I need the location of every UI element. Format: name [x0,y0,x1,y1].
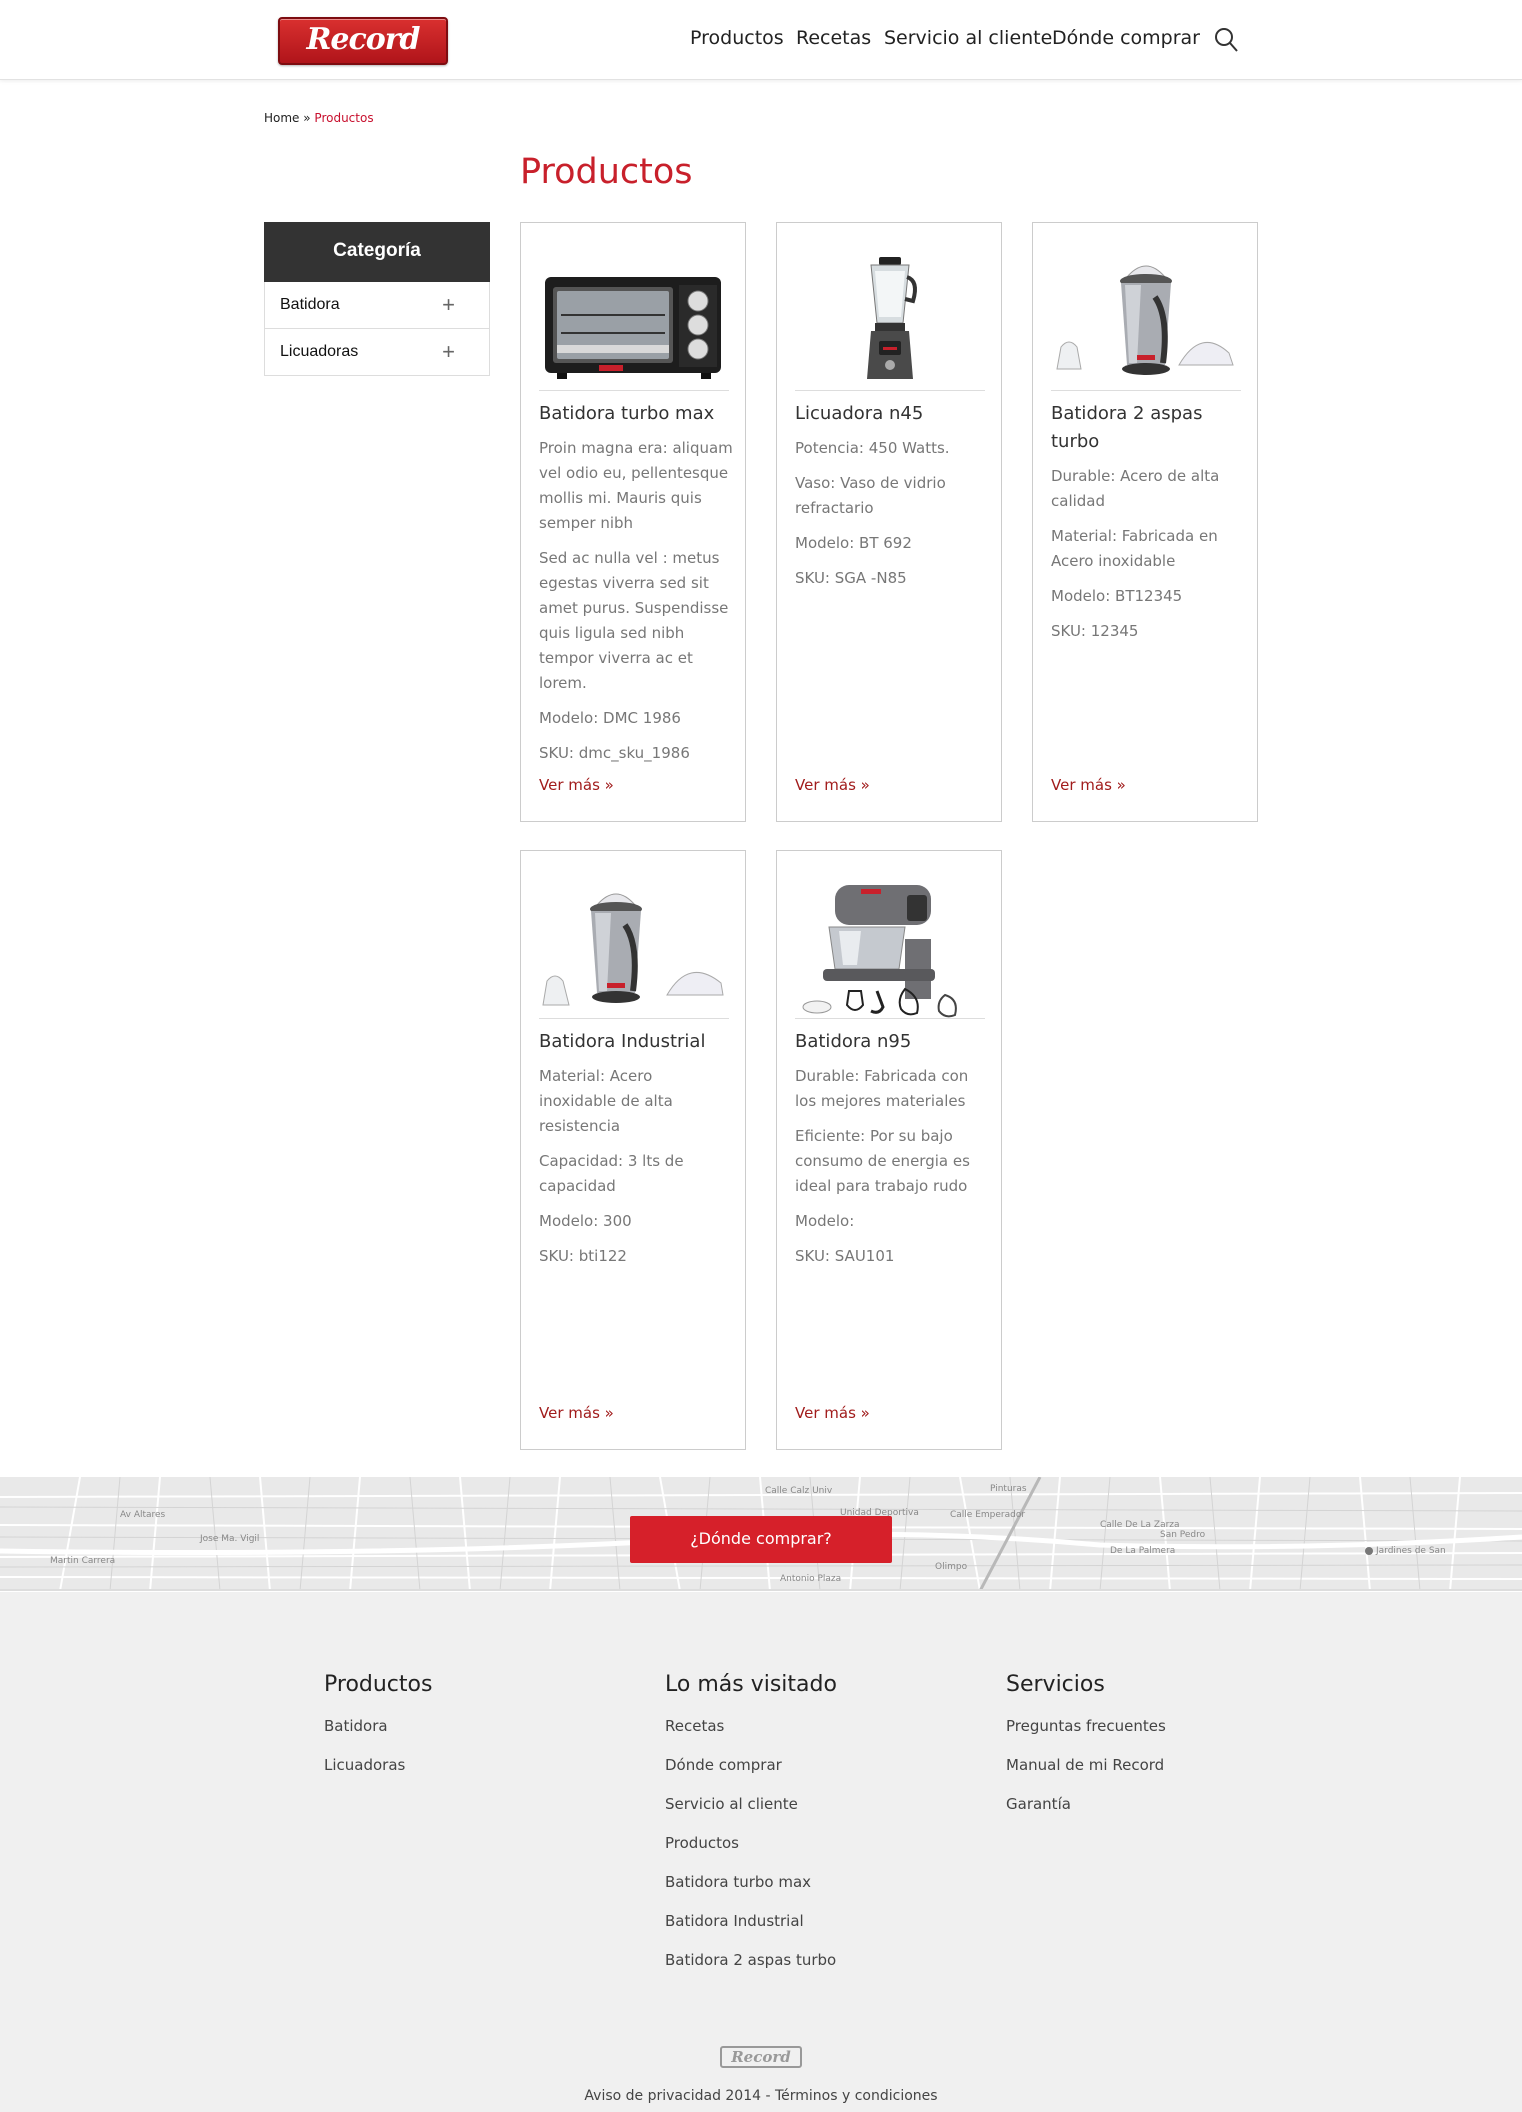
breadcrumb-home[interactable]: Home [264,111,299,125]
product-desc-1: Potencia: 450 Watts. [795,439,950,457]
footer-link[interactable]: Licuadoras [324,1746,432,1785]
category-sidebar: Categoría Batidora + Licuadoras + [264,222,490,376]
plus-icon[interactable]: + [442,329,455,375]
product-desc-2: Vaso: Vaso de vidrio refractario [795,474,946,517]
juicer-image[interactable] [1051,237,1241,391]
juicer-image[interactable] [539,865,729,1019]
product-sku: SKU: SAU101 [795,1247,895,1265]
stand-mixer-image[interactable] [795,865,985,1019]
nav-donde-comprar[interactable]: Dónde comprar [1052,27,1200,49]
footer-logo[interactable]: Record [720,2046,802,2068]
nav-recetas[interactable]: Recetas [796,27,871,49]
footer-link[interactable]: Recetas [665,1707,837,1746]
product-card: Batidora turbo max Proin magna era: aliq… [520,222,746,822]
product-card: Batidora Industrial Material: Acero inox… [520,850,746,1450]
ver-mas-link[interactable]: Ver más » [795,776,870,794]
toaster-oven-image[interactable] [539,237,729,391]
footer-copyright[interactable]: Aviso de privacidad 2014 - Términos y co… [0,2088,1522,2104]
product-desc-1: Proin magna era: aliquam vel odio eu, pe… [539,439,733,532]
breadcrumb: Home » Productos [264,111,374,125]
sidebar-item-label: Licuadoras [280,343,359,360]
map-label: De La Palmera [1110,1546,1175,1556]
site-footer: Productos Batidora Licuadoras Lo más vis… [0,1592,1522,2112]
ver-mas-link[interactable]: Ver más » [795,1404,870,1422]
product-sku: SKU: dmc_sku_1986 [539,744,690,762]
product-name[interactable]: Batidora n95 [795,1028,985,1056]
product-sku: SKU: SGA -N85 [795,569,907,587]
site-header: Record Productos Recetas Servicio al cli… [0,0,1522,80]
product-desc-2: Capacidad: 3 lts de capacidad [539,1152,684,1195]
product-desc-2: Material: Fabricada en Acero inoxidable [1051,527,1218,570]
breadcrumb-current: Productos [314,111,374,125]
map-label: Pinturas [990,1484,1027,1494]
product-sku: SKU: 12345 [1051,622,1139,640]
product-sku: SKU: bti122 [539,1247,627,1265]
footer-link[interactable]: Garantía [1006,1785,1166,1824]
map-label: Jardines de San [1375,1546,1446,1556]
footer-col-productos: Productos Batidora Licuadoras [324,1672,432,1785]
product-card: Licuadora n45 Potencia: 450 Watts. Vaso:… [776,222,1002,822]
footer-link[interactable]: Productos [665,1824,837,1863]
footer-link[interactable]: Batidora 2 aspas turbo [665,1941,837,1980]
map-label: Olimpo [935,1562,968,1572]
footer-link[interactable]: Manual de mi Record [1006,1746,1166,1785]
plus-icon[interactable]: + [442,282,455,328]
product-model: Modelo: [795,1212,855,1230]
footer-heading: Servicios [1006,1672,1105,1697]
search-icon[interactable] [1214,27,1238,53]
map-label: Calle Emperador [950,1510,1025,1520]
donde-comprar-button[interactable]: ¿Dónde comprar? [630,1516,892,1563]
page-title: Productos [520,152,693,192]
sidebar-heading: Categoría [264,222,490,282]
product-model: Modelo: BT12345 [1051,587,1183,605]
footer-link[interactable]: Batidora [324,1707,432,1746]
nav-productos[interactable]: Productos [690,27,784,49]
record-logo[interactable]: Record [278,17,448,65]
map-label: Calle Calz Univ [765,1486,833,1496]
footer-link[interactable]: Dónde comprar [665,1746,837,1785]
breadcrumb-separator: » [299,111,315,125]
ver-mas-link[interactable]: Ver más » [1051,776,1126,794]
product-name[interactable]: Licuadora n45 [795,400,985,428]
footer-link[interactable]: Batidora Industrial [665,1902,837,1941]
footer-link[interactable]: Servicio al cliente [665,1785,837,1824]
sidebar-item-label: Batidora [280,296,340,313]
product-desc-1: Durable: Fabricada con los mejores mater… [795,1067,969,1110]
map-label: Antonio Plaza [780,1574,841,1584]
map-label: Martin Carrera [50,1556,115,1566]
product-name[interactable]: Batidora Industrial [539,1028,729,1056]
product-model: Modelo: 300 [539,1212,632,1230]
footer-link[interactable]: Preguntas frecuentes [1006,1707,1166,1746]
ver-mas-link[interactable]: Ver más » [539,1404,614,1422]
product-desc-2: Sed ac nulla vel : metus egestas viverra… [539,549,729,692]
footer-link[interactable]: Batidora turbo max [665,1863,837,1902]
product-desc-2: Eficiente: Por su bajo consumo de energi… [795,1127,970,1195]
sidebar-item-licuadoras[interactable]: Licuadoras + [264,329,490,376]
product-card: Batidora 2 aspas turbo Durable: Acero de… [1032,222,1258,822]
ver-mas-link[interactable]: Ver más » [539,776,614,794]
product-desc-1: Durable: Acero de alta calidad [1051,467,1220,510]
product-name[interactable]: Batidora turbo max [539,400,729,428]
footer-heading: Productos [324,1672,433,1697]
product-name[interactable]: Batidora 2 aspas turbo [1051,400,1241,456]
product-desc-1: Material: Acero inoxidable de alta resis… [539,1067,673,1135]
footer-col-lo-mas-visitado: Lo más visitado Recetas Dónde comprar Se… [665,1672,837,1980]
map-label: Calle De La Zarza [1100,1520,1180,1530]
map-label: Jose Ma. Vigil [199,1534,259,1544]
map-label: San Pedro [1160,1530,1206,1540]
footer-col-servicios: Servicios Preguntas frecuentes Manual de… [1006,1672,1166,1824]
map-label: Av Altares [120,1510,166,1520]
product-model: Modelo: DMC 1986 [539,709,681,727]
footer-heading: Lo más visitado [665,1672,837,1697]
product-model: Modelo: BT 692 [795,534,912,552]
sidebar-item-batidora[interactable]: Batidora + [264,282,490,329]
blender-image[interactable] [795,237,985,391]
product-card: Batidora n95 Durable: Fabricada con los … [776,850,1002,1450]
nav-servicio-al-cliente[interactable]: Servicio al cliente [884,27,1052,49]
